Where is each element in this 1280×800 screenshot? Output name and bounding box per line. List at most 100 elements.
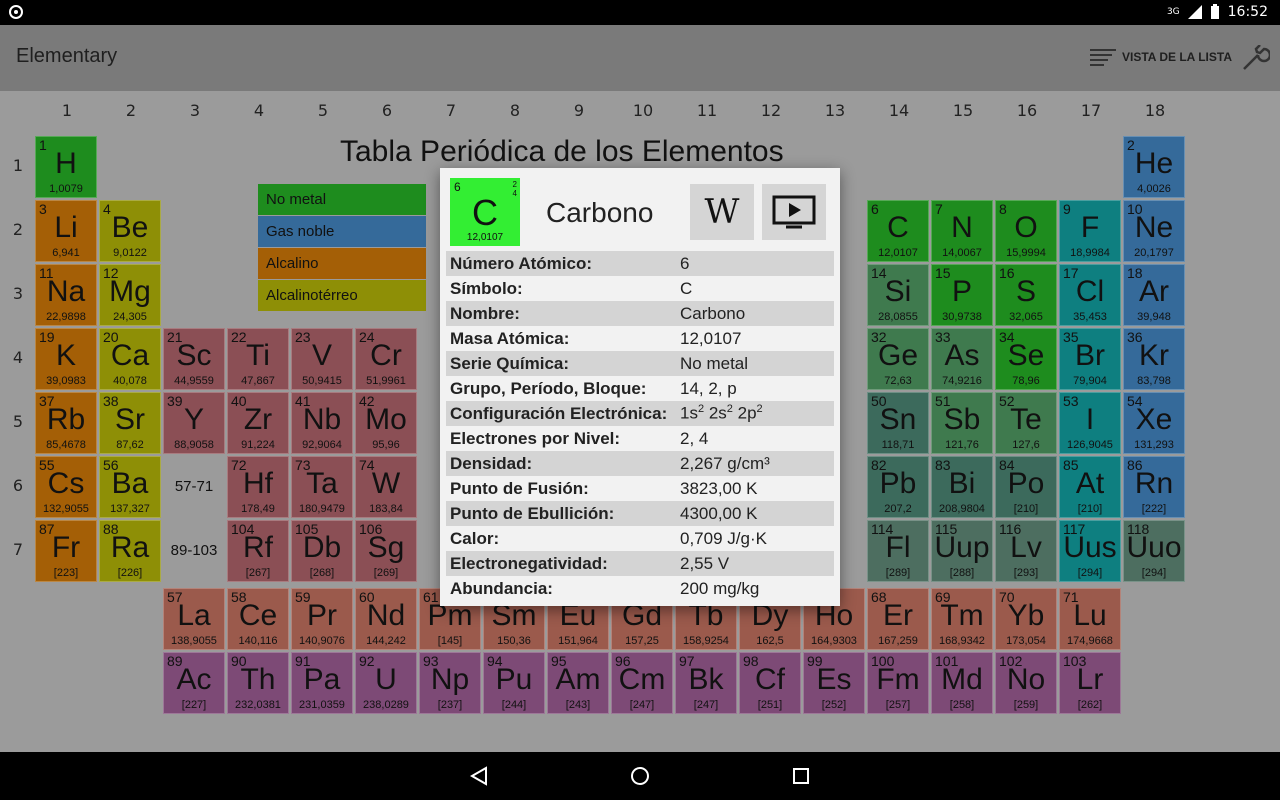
element-cell[interactable]: 97 Bk [247] bbox=[675, 652, 737, 714]
element-cell[interactable]: 70 Yb 173,054 bbox=[995, 588, 1057, 650]
element-cell[interactable]: 22 Ti 47,867 bbox=[227, 328, 289, 390]
element-cell[interactable]: 71 Lu 174,9668 bbox=[1059, 588, 1121, 650]
element-cell[interactable]: 118 Uuo [294] bbox=[1123, 520, 1185, 582]
element-cell[interactable]: 117 Uus [294] bbox=[1059, 520, 1121, 582]
atomic-mass: [252] bbox=[821, 699, 847, 711]
element-cell[interactable]: 42 Mo 95,96 bbox=[355, 392, 417, 454]
element-cell[interactable]: 10 Ne 20,1797 bbox=[1123, 200, 1185, 262]
element-cell[interactable]: 32 Ge 72,63 bbox=[867, 328, 929, 390]
element-cell[interactable]: 15 P 30,9738 bbox=[931, 264, 993, 326]
element-symbol: Sc bbox=[176, 339, 212, 372]
element-cell[interactable]: 37 Rb 85,4678 bbox=[35, 392, 97, 454]
element-cell[interactable]: 83 Bi 208,9804 bbox=[931, 456, 993, 518]
element-cell[interactable]: 4 Be 9,0122 bbox=[99, 200, 161, 262]
element-cell[interactable]: 106 Sg [269] bbox=[355, 520, 417, 582]
element-detail-dialog: 6 24 C 12,0107 Carbono W Número Atómico:… bbox=[440, 168, 840, 606]
back-icon[interactable] bbox=[468, 765, 490, 787]
recents-icon[interactable] bbox=[790, 765, 812, 787]
element-cell[interactable]: 18 Ar 39,948 bbox=[1123, 264, 1185, 326]
element-cell[interactable]: 35 Br 79,904 bbox=[1059, 328, 1121, 390]
element-cell[interactable]: 98 Cf [251] bbox=[739, 652, 801, 714]
element-cell[interactable]: 72 Hf 178,49 bbox=[227, 456, 289, 518]
element-cell[interactable]: 84 Po [210] bbox=[995, 456, 1057, 518]
element-cell[interactable]: 52 Te 127,6 bbox=[995, 392, 1057, 454]
element-cell[interactable]: 73 Ta 180,9479 bbox=[291, 456, 353, 518]
element-cell[interactable]: 86 Rn [222] bbox=[1123, 456, 1185, 518]
element-cell[interactable]: 8 O 15,9994 bbox=[995, 200, 1057, 262]
element-cell[interactable]: 92 U 238,0289 bbox=[355, 652, 417, 714]
element-cell[interactable]: 95 Am [243] bbox=[547, 652, 609, 714]
element-cell[interactable]: 85 At [210] bbox=[1059, 456, 1121, 518]
element-cell[interactable]: 1 H 1,0079 bbox=[35, 136, 97, 198]
element-cell[interactable]: 50 Sn 118,71 bbox=[867, 392, 929, 454]
element-cell[interactable]: 90 Th 232,0381 bbox=[227, 652, 289, 714]
element-cell[interactable]: 3 Li 6,941 bbox=[35, 200, 97, 262]
wikipedia-button[interactable]: W bbox=[690, 184, 754, 240]
element-cell[interactable]: 54 Xe 131,293 bbox=[1123, 392, 1185, 454]
element-cell[interactable]: 103 Lr [262] bbox=[1059, 652, 1121, 714]
element-symbol: Cm bbox=[618, 663, 666, 696]
video-button[interactable] bbox=[762, 184, 826, 240]
property-list: Número Atómico: 6 Símbolo: C Nombre: Carbono M… bbox=[446, 251, 834, 601]
element-cell[interactable]: 55 Cs 132,9055 bbox=[35, 456, 97, 518]
element-cell[interactable]: 56 Ba 137,327 bbox=[99, 456, 161, 518]
element-cell[interactable]: 100 Fm [257] bbox=[867, 652, 929, 714]
element-cell[interactable]: 116 Lv [293] bbox=[995, 520, 1057, 582]
element-cell[interactable]: 39 Y 88,9058 bbox=[163, 392, 225, 454]
element-cell[interactable]: 60 Nd 144,242 bbox=[355, 588, 417, 650]
element-cell[interactable]: 58 Ce 140,116 bbox=[227, 588, 289, 650]
element-cell[interactable]: 12 Mg 24,305 bbox=[99, 264, 161, 326]
element-cell[interactable]: 36 Kr 83,798 bbox=[1123, 328, 1185, 390]
wrench-icon[interactable] bbox=[1240, 45, 1270, 71]
atomic-mass: 174,9668 bbox=[1067, 635, 1113, 647]
element-cell[interactable]: 14 Si 28,0855 bbox=[867, 264, 929, 326]
element-cell[interactable]: 57 La 138,9055 bbox=[163, 588, 225, 650]
element-cell[interactable]: 16 S 32,065 bbox=[995, 264, 1057, 326]
element-cell[interactable]: 2 He 4,0026 bbox=[1123, 136, 1185, 198]
element-cell[interactable]: 6 C 12,0107 bbox=[867, 200, 929, 262]
element-cell[interactable]: 34 Se 78,96 bbox=[995, 328, 1057, 390]
element-cell[interactable]: 104 Rf [267] bbox=[227, 520, 289, 582]
element-cell[interactable]: 102 No [259] bbox=[995, 652, 1057, 714]
element-cell[interactable]: 87 Fr [223] bbox=[35, 520, 97, 582]
atomic-mass: 47,867 bbox=[241, 375, 275, 387]
element-cell[interactable]: 96 Cm [247] bbox=[611, 652, 673, 714]
element-cell[interactable]: 101 Md [258] bbox=[931, 652, 993, 714]
element-cell[interactable]: 33 As 74,9216 bbox=[931, 328, 993, 390]
element-cell[interactable]: 24 Cr 51,9961 bbox=[355, 328, 417, 390]
element-cell[interactable]: 7 N 14,0067 bbox=[931, 200, 993, 262]
element-cell[interactable]: 38 Sr 87,62 bbox=[99, 392, 161, 454]
home-icon[interactable] bbox=[629, 765, 651, 787]
element-cell[interactable]: 74 W 183,84 bbox=[355, 456, 417, 518]
element-cell[interactable]: 51 Sb 121,76 bbox=[931, 392, 993, 454]
property-value: 2,267 g/cm³ bbox=[680, 453, 770, 473]
element-cell[interactable]: 91 Pa 231,0359 bbox=[291, 652, 353, 714]
element-cell[interactable]: 68 Er 167,259 bbox=[867, 588, 929, 650]
list-view-label: VISTA DE LA LISTA bbox=[1122, 50, 1232, 64]
atomic-mass: [244] bbox=[501, 699, 527, 711]
element-cell[interactable]: 105 Db [268] bbox=[291, 520, 353, 582]
element-cell[interactable]: 114 Fl [289] bbox=[867, 520, 929, 582]
atomic-mass: 24,305 bbox=[113, 311, 147, 323]
element-cell[interactable]: 89 Ac [227] bbox=[163, 652, 225, 714]
element-cell[interactable]: 99 Es [252] bbox=[803, 652, 865, 714]
element-cell[interactable]: 21 Sc 44,9559 bbox=[163, 328, 225, 390]
element-cell[interactable]: 41 Nb 92,9064 bbox=[291, 392, 353, 454]
element-cell[interactable]: 94 Pu [244] bbox=[483, 652, 545, 714]
legend-item: Alcalino bbox=[258, 248, 426, 279]
element-cell[interactable]: 115 Uup [288] bbox=[931, 520, 993, 582]
element-cell[interactable]: 88 Ra [226] bbox=[99, 520, 161, 582]
element-cell[interactable]: 23 V 50,9415 bbox=[291, 328, 353, 390]
element-cell[interactable]: 19 K 39,0983 bbox=[35, 328, 97, 390]
list-view-button[interactable]: VISTA DE LA LISTA bbox=[1090, 47, 1232, 67]
element-cell[interactable]: 9 F 18,9984 bbox=[1059, 200, 1121, 262]
element-cell[interactable]: 20 Ca 40,078 bbox=[99, 328, 161, 390]
element-cell[interactable]: 59 Pr 140,9076 bbox=[291, 588, 353, 650]
element-cell[interactable]: 11 Na 22,9898 bbox=[35, 264, 97, 326]
element-cell[interactable]: 82 Pb 207,2 bbox=[867, 456, 929, 518]
element-cell[interactable]: 93 Np [237] bbox=[419, 652, 481, 714]
element-cell[interactable]: 40 Zr 91,224 bbox=[227, 392, 289, 454]
element-cell[interactable]: 53 I 126,9045 bbox=[1059, 392, 1121, 454]
element-cell[interactable]: 17 Cl 35,453 bbox=[1059, 264, 1121, 326]
element-cell[interactable]: 69 Tm 168,9342 bbox=[931, 588, 993, 650]
